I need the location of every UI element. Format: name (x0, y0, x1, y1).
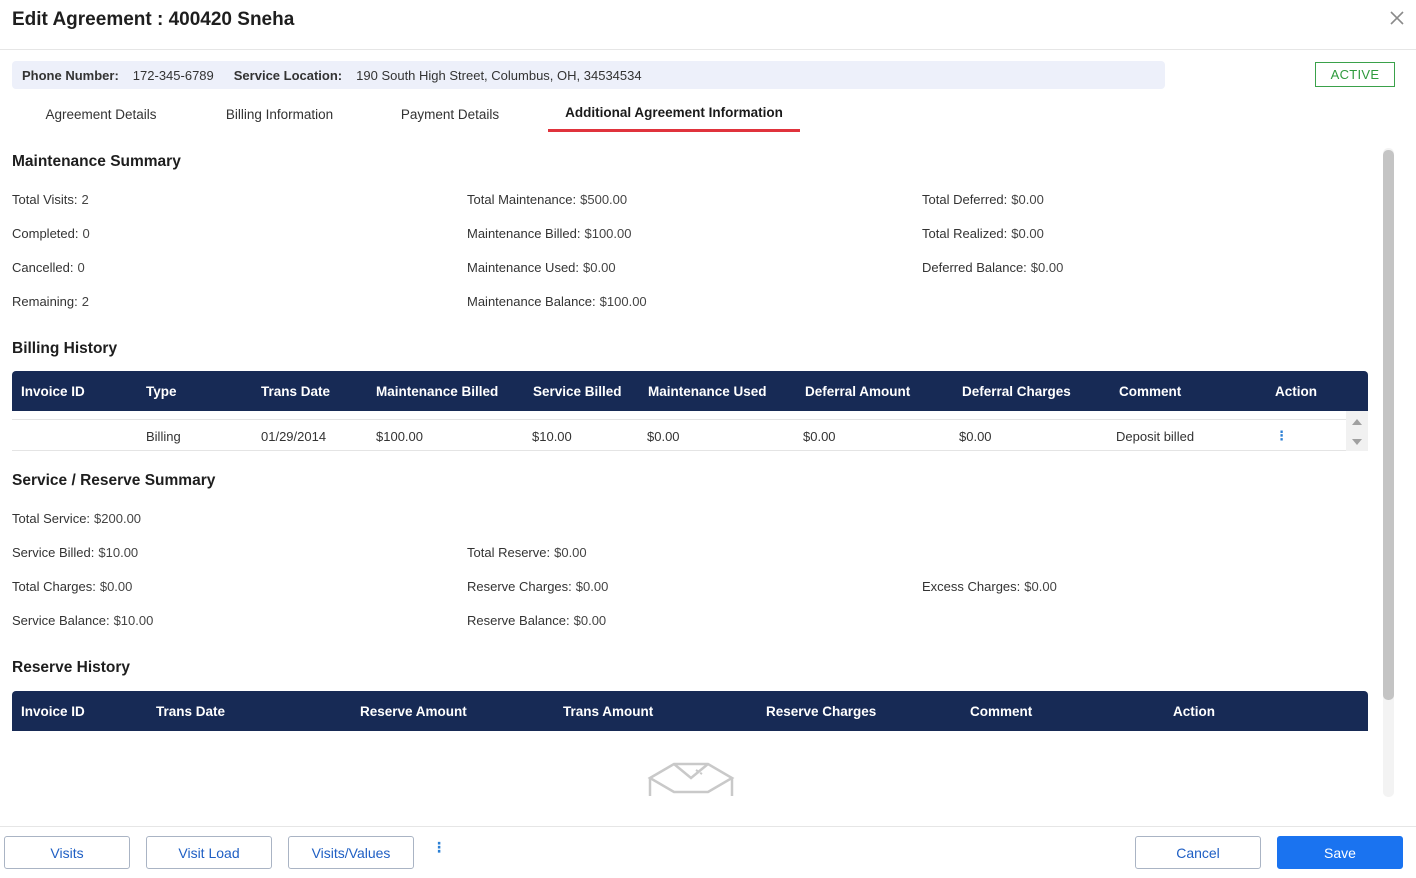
tab-bar: Agreement Details Billing Information Pa… (12, 96, 1372, 134)
reserve-balance-field: Reserve Balance: $0.00 (467, 613, 607, 628)
column-header[interactable]: Comment (1119, 371, 1181, 411)
empty-box-icon (646, 760, 736, 798)
table-scrollbar[interactable] (1346, 411, 1368, 451)
maintenance-billed-field: Maintenance Billed: $100.00 (467, 226, 632, 241)
column-header[interactable]: Type (146, 371, 177, 411)
phone-value: 172-345-6789 (132, 67, 214, 83)
dialog-footer: Visits Visit Load Visits/Values ⋮ Cancel… (0, 826, 1416, 878)
total-reserve-field: Total Reserve: $0.00 (467, 545, 587, 560)
reserve-history-header: Invoice ID Trans Date Reserve Amount Tra… (12, 691, 1368, 731)
status-badge: ACTIVE (1315, 62, 1395, 87)
column-header[interactable]: Deferral Amount (805, 371, 910, 411)
column-header[interactable]: Trans Date (156, 691, 225, 731)
visits-values-button[interactable]: Visits/Values (288, 836, 414, 869)
total-visits-field: Total Visits: 2 (12, 192, 89, 207)
total-service-field: Total Service: $200.00 (12, 511, 142, 526)
cell-deferral-charges: $0.00 (959, 428, 992, 444)
column-header[interactable]: Invoice ID (21, 371, 85, 411)
location-value: 190 South High Street, Columbus, OH, 345… (356, 67, 642, 83)
deferred-balance-field: Deferred Balance: $0.00 (922, 260, 1064, 275)
column-header[interactable]: Comment (970, 691, 1032, 731)
row-action-kebab-icon[interactable]: ⋮ (1275, 420, 1288, 452)
cell-maintenance-used: $0.00 (647, 428, 680, 444)
customer-info-bar: Phone Number: 172-345-6789 Service Locat… (12, 61, 1165, 89)
total-maintenance-field: Total Maintenance: $500.00 (467, 192, 628, 207)
remaining-field: Remaining: 2 (12, 294, 90, 309)
column-header: Action (1275, 383, 1317, 399)
dialog-header: Edit Agreement : 400420 Sneha (0, 0, 1416, 50)
cell-trans-date: 01/29/2014 (261, 428, 327, 444)
cell-maintenance-billed: $100.00 (376, 428, 423, 444)
excess-charges-field: Excess Charges: $0.00 (922, 579, 1057, 594)
cancelled-field: Cancelled: 0 (12, 260, 85, 275)
location-label: Service Location: (233, 67, 343, 83)
total-deferred-field: Total Deferred: $0.00 (922, 192, 1044, 207)
tab-payment-details[interactable]: Payment Details (382, 96, 518, 132)
scroll-down-icon[interactable] (1352, 439, 1362, 445)
column-header[interactable]: Invoice ID (21, 691, 85, 731)
maintenance-used-field: Maintenance Used: $0.00 (467, 260, 616, 275)
page-title: Edit Agreement : 400420 Sneha (12, 9, 295, 30)
tab-billing-information[interactable]: Billing Information (202, 96, 357, 132)
column-header[interactable]: Trans Amount (563, 691, 653, 731)
total-charges-field: Total Charges: $0.00 (12, 579, 133, 594)
cell-comment: Deposit billed (1116, 428, 1195, 444)
service-balance-field: Service Balance: $10.00 (12, 613, 154, 628)
close-icon[interactable] (1388, 9, 1406, 27)
column-header[interactable]: Service Billed (533, 371, 622, 411)
cancel-button[interactable]: Cancel (1135, 836, 1261, 869)
tab-content: Maintenance Summary Total Visits: 2 Compl… (0, 140, 1380, 797)
completed-field: Completed: 0 (12, 226, 90, 241)
column-header[interactable]: Deferral Charges (962, 371, 1071, 411)
column-header: Action (1173, 703, 1215, 719)
more-actions-kebab-icon[interactable]: ⋮ (432, 840, 446, 862)
billing-history-header: Invoice ID Type Trans Date Maintenance B… (12, 371, 1368, 411)
column-header[interactable]: Reserve Charges (766, 691, 876, 731)
reserve-charges-field: Reserve Charges: $0.00 (467, 579, 609, 594)
reserve-history-title: Reserve History (12, 659, 131, 676)
cell-deferral-amount: $0.00 (803, 428, 836, 444)
column-header[interactable]: Maintenance Used (648, 371, 767, 411)
total-realized-field: Total Realized: $0.00 (922, 226, 1044, 241)
billing-history-title: Billing History (12, 340, 118, 357)
column-header[interactable]: Maintenance Billed (376, 371, 498, 411)
service-billed-field: Service Billed: $10.00 (12, 545, 139, 560)
cell-type: Billing (146, 428, 181, 444)
visit-load-button[interactable]: Visit Load (146, 836, 272, 869)
scroll-up-icon[interactable] (1352, 419, 1362, 425)
maintenance-balance-field: Maintenance Balance: $100.00 (467, 294, 647, 309)
tab-agreement-details[interactable]: Agreement Details (26, 96, 176, 132)
visits-button[interactable]: Visits (4, 836, 130, 869)
content-scrollbar-thumb[interactable] (1383, 150, 1394, 700)
column-header[interactable]: Trans Date (261, 371, 330, 411)
phone-label: Phone Number: (22, 67, 119, 83)
cell-service-billed: $10.00 (532, 428, 572, 444)
column-header[interactable]: Reserve Amount (360, 691, 467, 731)
service-reserve-summary-title: Service / Reserve Summary (12, 472, 216, 489)
maintenance-summary-title: Maintenance Summary (12, 153, 181, 170)
tab-additional-agreement-information[interactable]: Additional Agreement Information (548, 96, 800, 132)
save-button[interactable]: Save (1277, 836, 1403, 869)
table-row[interactable]: Billing 01/29/2014 $100.00 $10.00 $0.00 … (12, 419, 1346, 451)
